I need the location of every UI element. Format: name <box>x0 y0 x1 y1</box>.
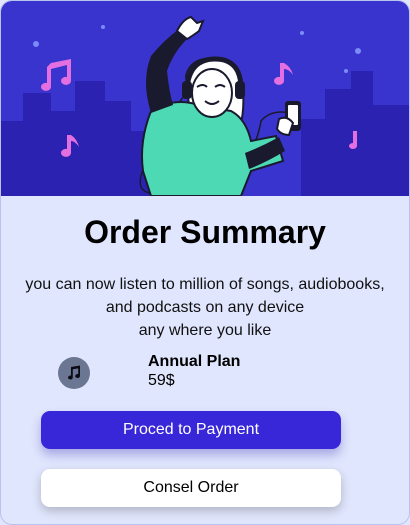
order-description: you can now listen to million of songs, … <box>11 273 399 342</box>
description-line: and podcasts on any device <box>105 299 305 316</box>
plan-price: 59$ <box>148 372 175 389</box>
page-title: Order Summary <box>84 214 326 250</box>
description-line: you can now listen to million of songs, … <box>25 276 385 293</box>
hero-illustration <box>1 1 409 196</box>
cancel-order-button[interactable]: Consel Order <box>41 469 341 507</box>
music-note-icon <box>68 365 81 380</box>
plan-icon-badge <box>58 357 90 389</box>
proceed-to-payment-button[interactable]: Proced to Payment <box>41 411 341 449</box>
description-line: any where you like <box>138 322 272 339</box>
plan-name: Annual Plan <box>148 353 241 370</box>
order-summary-card: Order Summary you can now listen to mill… <box>0 0 410 525</box>
